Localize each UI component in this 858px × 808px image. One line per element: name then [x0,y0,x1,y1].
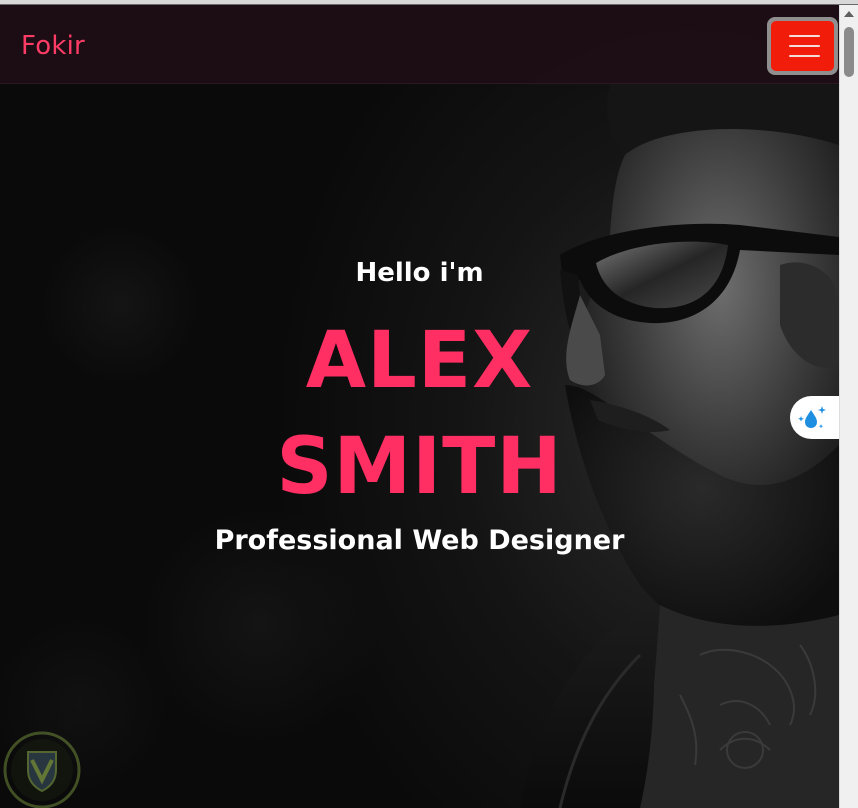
hero-subtitle: Professional Web Designer [214,525,625,556]
hero-greeting: Hello i'm [355,258,484,288]
shield-logo-icon [3,731,81,808]
vertical-scrollbar[interactable] [839,5,858,808]
top-navbar: Fokir [0,5,839,84]
menu-toggle-button[interactable] [767,17,838,75]
hero-name-last: SMITH [276,422,563,512]
brand-logo[interactable]: Fokir [21,31,85,61]
window-top-edge [0,0,858,5]
browser-viewport: Fokir Hello i'm ALEX SMITH Professional … [0,0,858,808]
extension-float-button[interactable] [790,396,839,439]
water-drop-sparkle-icon [798,406,826,429]
menu-bar-middle [789,45,820,47]
scrollbar-thumb[interactable] [844,27,854,77]
hero-name-first: ALEX [305,316,534,406]
menu-bar-top [789,35,820,37]
menu-bar-bottom [789,55,820,57]
hero-section [0,5,839,808]
hamburger-menu-icon [771,21,834,71]
hero-portrait-image [520,49,839,808]
scroll-up-arrow-icon[interactable] [844,11,854,17]
